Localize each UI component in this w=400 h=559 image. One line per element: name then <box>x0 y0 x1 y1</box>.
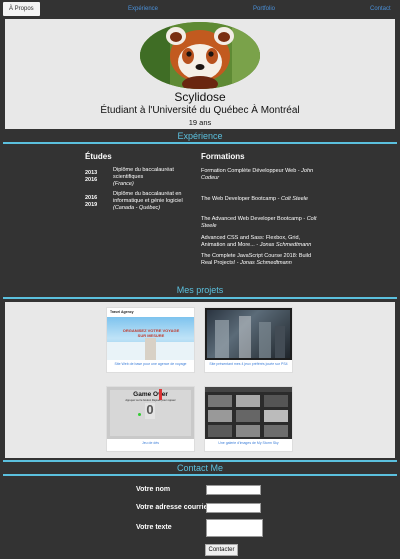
contact-divider-top <box>3 460 397 462</box>
email-input[interactable] <box>206 503 261 513</box>
project-caption[interactable]: Site présentant mes 4 jeux préférés joué… <box>205 362 292 366</box>
project-card-games[interactable]: Site présentant mes 4 jeux préférés joué… <box>204 307 293 373</box>
project-caption[interactable]: Jeu de dés <box>107 441 194 445</box>
projects-grid: Travel Agency ORGANISEZ VOTRE VOYAGE SUR… <box>5 302 395 458</box>
study-text: Diplôme du baccalauréat en informatique … <box>113 191 183 204</box>
formation-item: Advanced CSS and Sass: Flexbox, Grid, An… <box>201 235 321 249</box>
formation-author: Jonas Schmedtmann <box>240 260 292 266</box>
message-label: Votre texte <box>136 524 172 531</box>
thumb-score: 0 <box>146 402 154 417</box>
project-thumbnail <box>205 308 292 360</box>
formation-item: The Complete JavaScript Course 2018: Bui… <box>201 253 321 267</box>
experience-title: Expérience <box>177 131 223 141</box>
project-card-gallery[interactable]: Une galerie d'images de My Storm Sky <box>204 386 293 452</box>
name-label: Votre nom <box>136 486 171 493</box>
formation-text: The Web Developer Bootcamp - <box>201 196 281 202</box>
project-card-travel[interactable]: Travel Agency ORGANISEZ VOTRE VOYAGE SUR… <box>106 307 195 373</box>
nav-item-experience[interactable]: Expérience <box>128 0 158 18</box>
nav-item-portfolio[interactable]: Portfolio <box>253 0 275 18</box>
study-item: Diplôme du baccalauréat en informatique … <box>113 191 193 212</box>
project-card-dice[interactable]: Game Over Appuyez sur le bouton Rejouer … <box>106 386 195 452</box>
formation-author: Jonas Schmedtmann <box>259 242 312 248</box>
project-thumbnail: Travel Agency ORGANISEZ VOTRE VOYAGE SUR… <box>107 308 194 360</box>
contact-divider-bottom <box>3 474 397 476</box>
formation-item: The Web Developer Bootcamp - Colt Steele <box>201 196 321 203</box>
nav-item-contact[interactable]: Contact <box>370 0 391 18</box>
nav-item-about[interactable]: À Propos <box>3 2 40 16</box>
submit-button[interactable]: Contacter <box>205 544 238 556</box>
project-caption[interactable]: Une galerie d'images de My Storm Sky <box>205 441 292 445</box>
thumb-title: Game Over <box>133 391 168 398</box>
profile-name: Scylidose <box>174 90 226 104</box>
thumb-text: ORGANISEZ VOTRE VOYAGE SUR MESURE <box>122 328 180 338</box>
formation-text: The Advanced Web Developer Bootcamp - <box>201 216 307 222</box>
red-panda-photo-icon <box>140 22 260 89</box>
formation-author: Colt Steele <box>281 196 308 202</box>
message-textarea[interactable] <box>206 519 263 537</box>
study-place: (France) <box>113 181 134 187</box>
profile-subtitle: Étudiant à l'Université du Québec À Mont… <box>100 105 300 116</box>
formation-item: Formation Complète Développeur Web - Joh… <box>201 168 321 182</box>
project-thumbnail: Game Over Appuyez sur le bouton Rejouer … <box>107 387 194 439</box>
study-year-end: 2019 <box>85 202 98 208</box>
formation-item: The Advanced Web Developer Bootcamp - Co… <box>201 216 321 230</box>
projects-divider <box>3 297 397 299</box>
projects-title: Mes projets <box>176 285 224 295</box>
thumb-title: Travel Agency <box>110 310 134 314</box>
name-input[interactable] <box>206 485 261 495</box>
studies-title: Études <box>85 152 112 161</box>
formation-text: Formation Complète Développeur Web - <box>201 168 302 174</box>
profile-age: 19 ans <box>188 118 212 127</box>
experience-divider <box>3 142 397 144</box>
project-thumbnail <box>205 387 292 439</box>
study-year-end: 2016 <box>85 177 98 183</box>
project-caption[interactable]: Site Web de base pour une agence de voya… <box>107 362 194 366</box>
study-place: (Canada - Québec) <box>113 205 161 211</box>
avatar <box>140 22 260 89</box>
study-item: Diplôme du baccalauréat scientifiques (F… <box>113 167 193 188</box>
formations-title: Formations <box>201 152 245 161</box>
study-year-start: 2013 <box>85 170 98 176</box>
navbar: À Propos Expérience Portfolio Contact <box>0 0 400 18</box>
email-label: Votre adresse courriel <box>136 504 210 511</box>
study-text: Diplôme du baccalauréat scientifiques <box>113 167 174 180</box>
contact-title: Contact Me <box>176 463 224 473</box>
profile-section: Scylidose Étudiant à l'Université du Qué… <box>5 19 395 129</box>
study-year-start: 2016 <box>85 195 98 201</box>
